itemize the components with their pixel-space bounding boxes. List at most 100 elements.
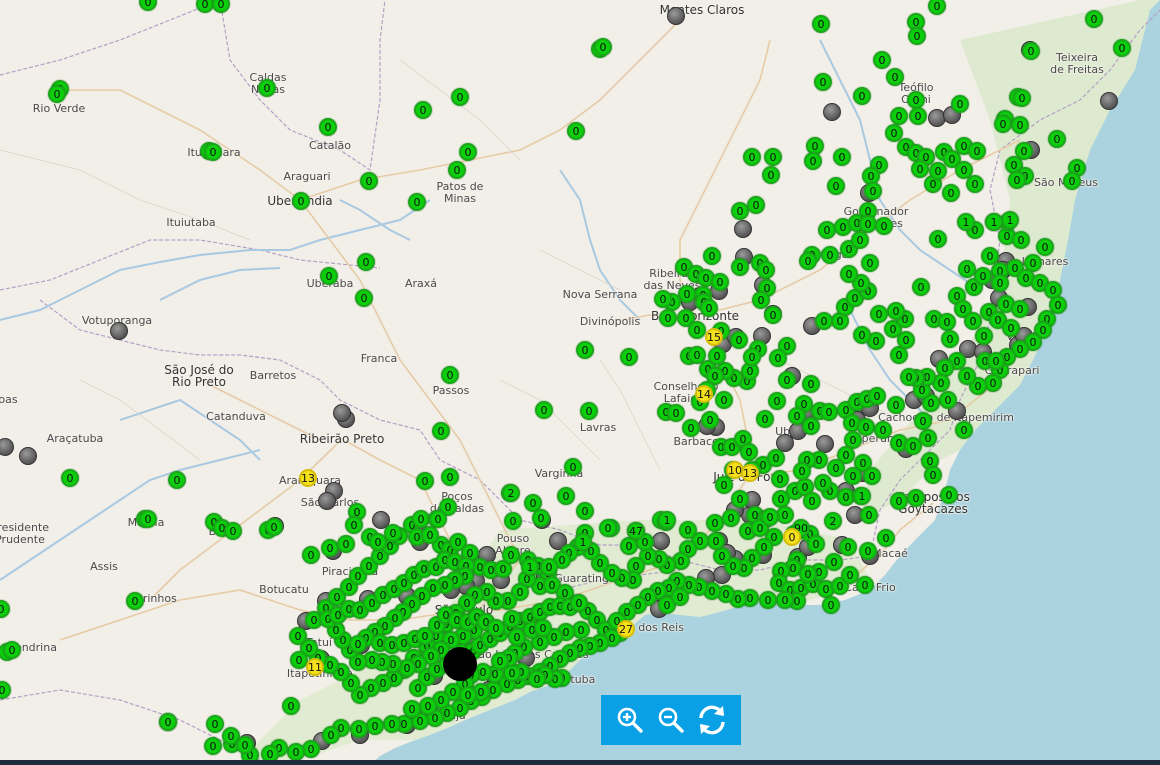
station-marker-alert[interactable]: 13 <box>741 464 759 482</box>
station-marker[interactable]: 0 <box>821 246 839 264</box>
station-marker[interactable]: 0 <box>419 697 437 715</box>
station-marker[interactable]: 0 <box>441 468 459 486</box>
station-marker[interactable]: 0 <box>451 88 469 106</box>
station-marker[interactable]: 0 <box>793 462 811 480</box>
station-marker[interactable]: 0 <box>682 419 700 437</box>
station-marker[interactable]: 0 <box>799 252 817 270</box>
station-marker[interactable]: 0 <box>908 27 926 45</box>
station-marker[interactable]: 0 <box>3 641 21 659</box>
station-marker-alert[interactable]: 11 <box>306 658 324 676</box>
station-marker[interactable]: 0 <box>416 472 434 490</box>
station-marker[interactable]: 0 <box>715 391 733 409</box>
station-marker[interactable]: 0 <box>812 15 830 33</box>
station-marker[interactable]: 0 <box>206 715 224 733</box>
station-marker[interactable]: 0 <box>576 502 594 520</box>
station-marker[interactable]: 0 <box>761 508 779 526</box>
station-marker[interactable]: 0 <box>535 401 553 419</box>
station-marker[interactable]: 0 <box>448 161 466 179</box>
station-marker-offline[interactable] <box>734 220 752 238</box>
station-marker[interactable]: 0 <box>414 101 432 119</box>
station-marker[interactable]: 0 <box>911 160 929 178</box>
station-marker[interactable]: 0 <box>576 341 594 359</box>
station-marker[interactable]: 0 <box>768 392 786 410</box>
station-marker[interactable]: 0 <box>287 743 305 761</box>
station-marker[interactable]: 0 <box>421 526 439 544</box>
station-marker[interactable]: 0 <box>1036 238 1054 256</box>
station-marker[interactable]: 0 <box>764 306 782 324</box>
station-marker[interactable]: 0 <box>360 172 378 190</box>
station-marker[interactable]: 0 <box>815 312 833 330</box>
station-marker[interactable]: 0 <box>771 470 789 488</box>
station-marker[interactable]: 0 <box>940 486 958 504</box>
station-marker-offline[interactable] <box>1100 92 1118 110</box>
station-marker[interactable]: 0 <box>236 736 254 754</box>
station-marker[interactable]: 0 <box>914 412 932 430</box>
station-marker[interactable]: 0 <box>557 487 575 505</box>
station-marker[interactable]: 0 <box>258 79 276 97</box>
station-marker[interactable]: 0 <box>859 542 877 560</box>
station-marker[interactable]: 0 <box>487 619 505 637</box>
station-marker[interactable]: 0 <box>886 68 904 86</box>
station-marker[interactable]: 0 <box>822 596 840 614</box>
station-marker[interactable]: 1 <box>1001 211 1019 229</box>
station-marker[interactable]: 0 <box>941 330 959 348</box>
station-marker[interactable]: 0 <box>403 700 421 718</box>
station-marker[interactable]: 0 <box>1022 42 1040 60</box>
station-marker[interactable]: 0 <box>701 411 719 429</box>
station-marker[interactable]: 0 <box>503 610 521 628</box>
station-marker[interactable]: 0 <box>743 348 761 366</box>
station-marker[interactable]: 0 <box>827 177 845 195</box>
station-marker[interactable]: 0 <box>620 348 638 366</box>
station-marker[interactable]: 1 <box>574 533 592 551</box>
station-marker[interactable]: 0 <box>366 717 384 735</box>
station-marker[interactable]: 0 <box>803 492 821 510</box>
station-marker[interactable]: 0 <box>654 290 672 308</box>
station-marker[interactable]: 0 <box>890 492 908 510</box>
station-marker[interactable]: 0 <box>857 418 875 436</box>
station-marker[interactable]: 0 <box>345 516 363 534</box>
station-marker[interactable]: 0 <box>707 532 725 550</box>
station-marker[interactable]: 0 <box>877 529 895 547</box>
station-marker[interactable]: 0 <box>1063 172 1081 190</box>
station-marker[interactable]: 0 <box>667 404 685 422</box>
station-marker[interactable]: 0 <box>975 327 993 345</box>
station-marker[interactable]: 0 <box>659 309 677 327</box>
station-marker[interactable]: 0 <box>292 192 310 210</box>
station-marker[interactable]: 0 <box>703 247 721 265</box>
station-marker[interactable]: 0 <box>887 396 905 414</box>
station-marker[interactable]: 0 <box>302 546 320 564</box>
station-marker[interactable]: 0 <box>757 261 775 279</box>
station-marker[interactable]: 0 <box>799 565 817 583</box>
station-marker[interactable]: 0 <box>528 670 546 688</box>
station-marker[interactable]: 0 <box>265 518 283 536</box>
station-marker[interactable]: 0 <box>534 619 552 637</box>
station-marker[interactable]: 0 <box>900 368 918 386</box>
station-marker[interactable]: 0 <box>991 274 1009 292</box>
station-marker[interactable]: 0 <box>873 51 891 69</box>
station-marker[interactable]: 0 <box>851 231 869 249</box>
station-marker[interactable]: 0 <box>688 346 706 364</box>
station-marker[interactable]: 2 <box>824 512 842 530</box>
station-marker[interactable]: 0 <box>864 182 882 200</box>
station-marker-offline[interactable] <box>110 322 128 340</box>
station-marker[interactable]: 0 <box>875 217 893 235</box>
station-marker[interactable]: 0 <box>764 148 782 166</box>
station-marker-alert[interactable]: 13 <box>299 469 317 487</box>
station-marker[interactable]: 0 <box>1048 130 1066 148</box>
station-marker[interactable]: 0 <box>48 85 66 103</box>
station-marker[interactable]: 0 <box>594 38 612 56</box>
station-marker[interactable]: 0 <box>890 107 908 125</box>
station-marker[interactable]: 0 <box>502 546 520 564</box>
station-marker[interactable]: 0 <box>491 652 509 670</box>
station-marker[interactable]: 0 <box>929 230 947 248</box>
station-marker[interactable]: 0 <box>840 265 858 283</box>
station-marker[interactable]: 0 <box>860 506 878 524</box>
station-cluster-dense[interactable] <box>443 647 477 681</box>
station-marker[interactable]: 0 <box>863 467 881 485</box>
station-marker[interactable]: 1 <box>658 511 676 529</box>
station-marker[interactable]: 0 <box>844 467 862 485</box>
station-marker[interactable]: 0 <box>564 458 582 476</box>
station-marker[interactable]: 0 <box>61 469 79 487</box>
station-marker[interactable]: 0 <box>804 152 822 170</box>
station-marker[interactable]: 0 <box>762 166 780 184</box>
